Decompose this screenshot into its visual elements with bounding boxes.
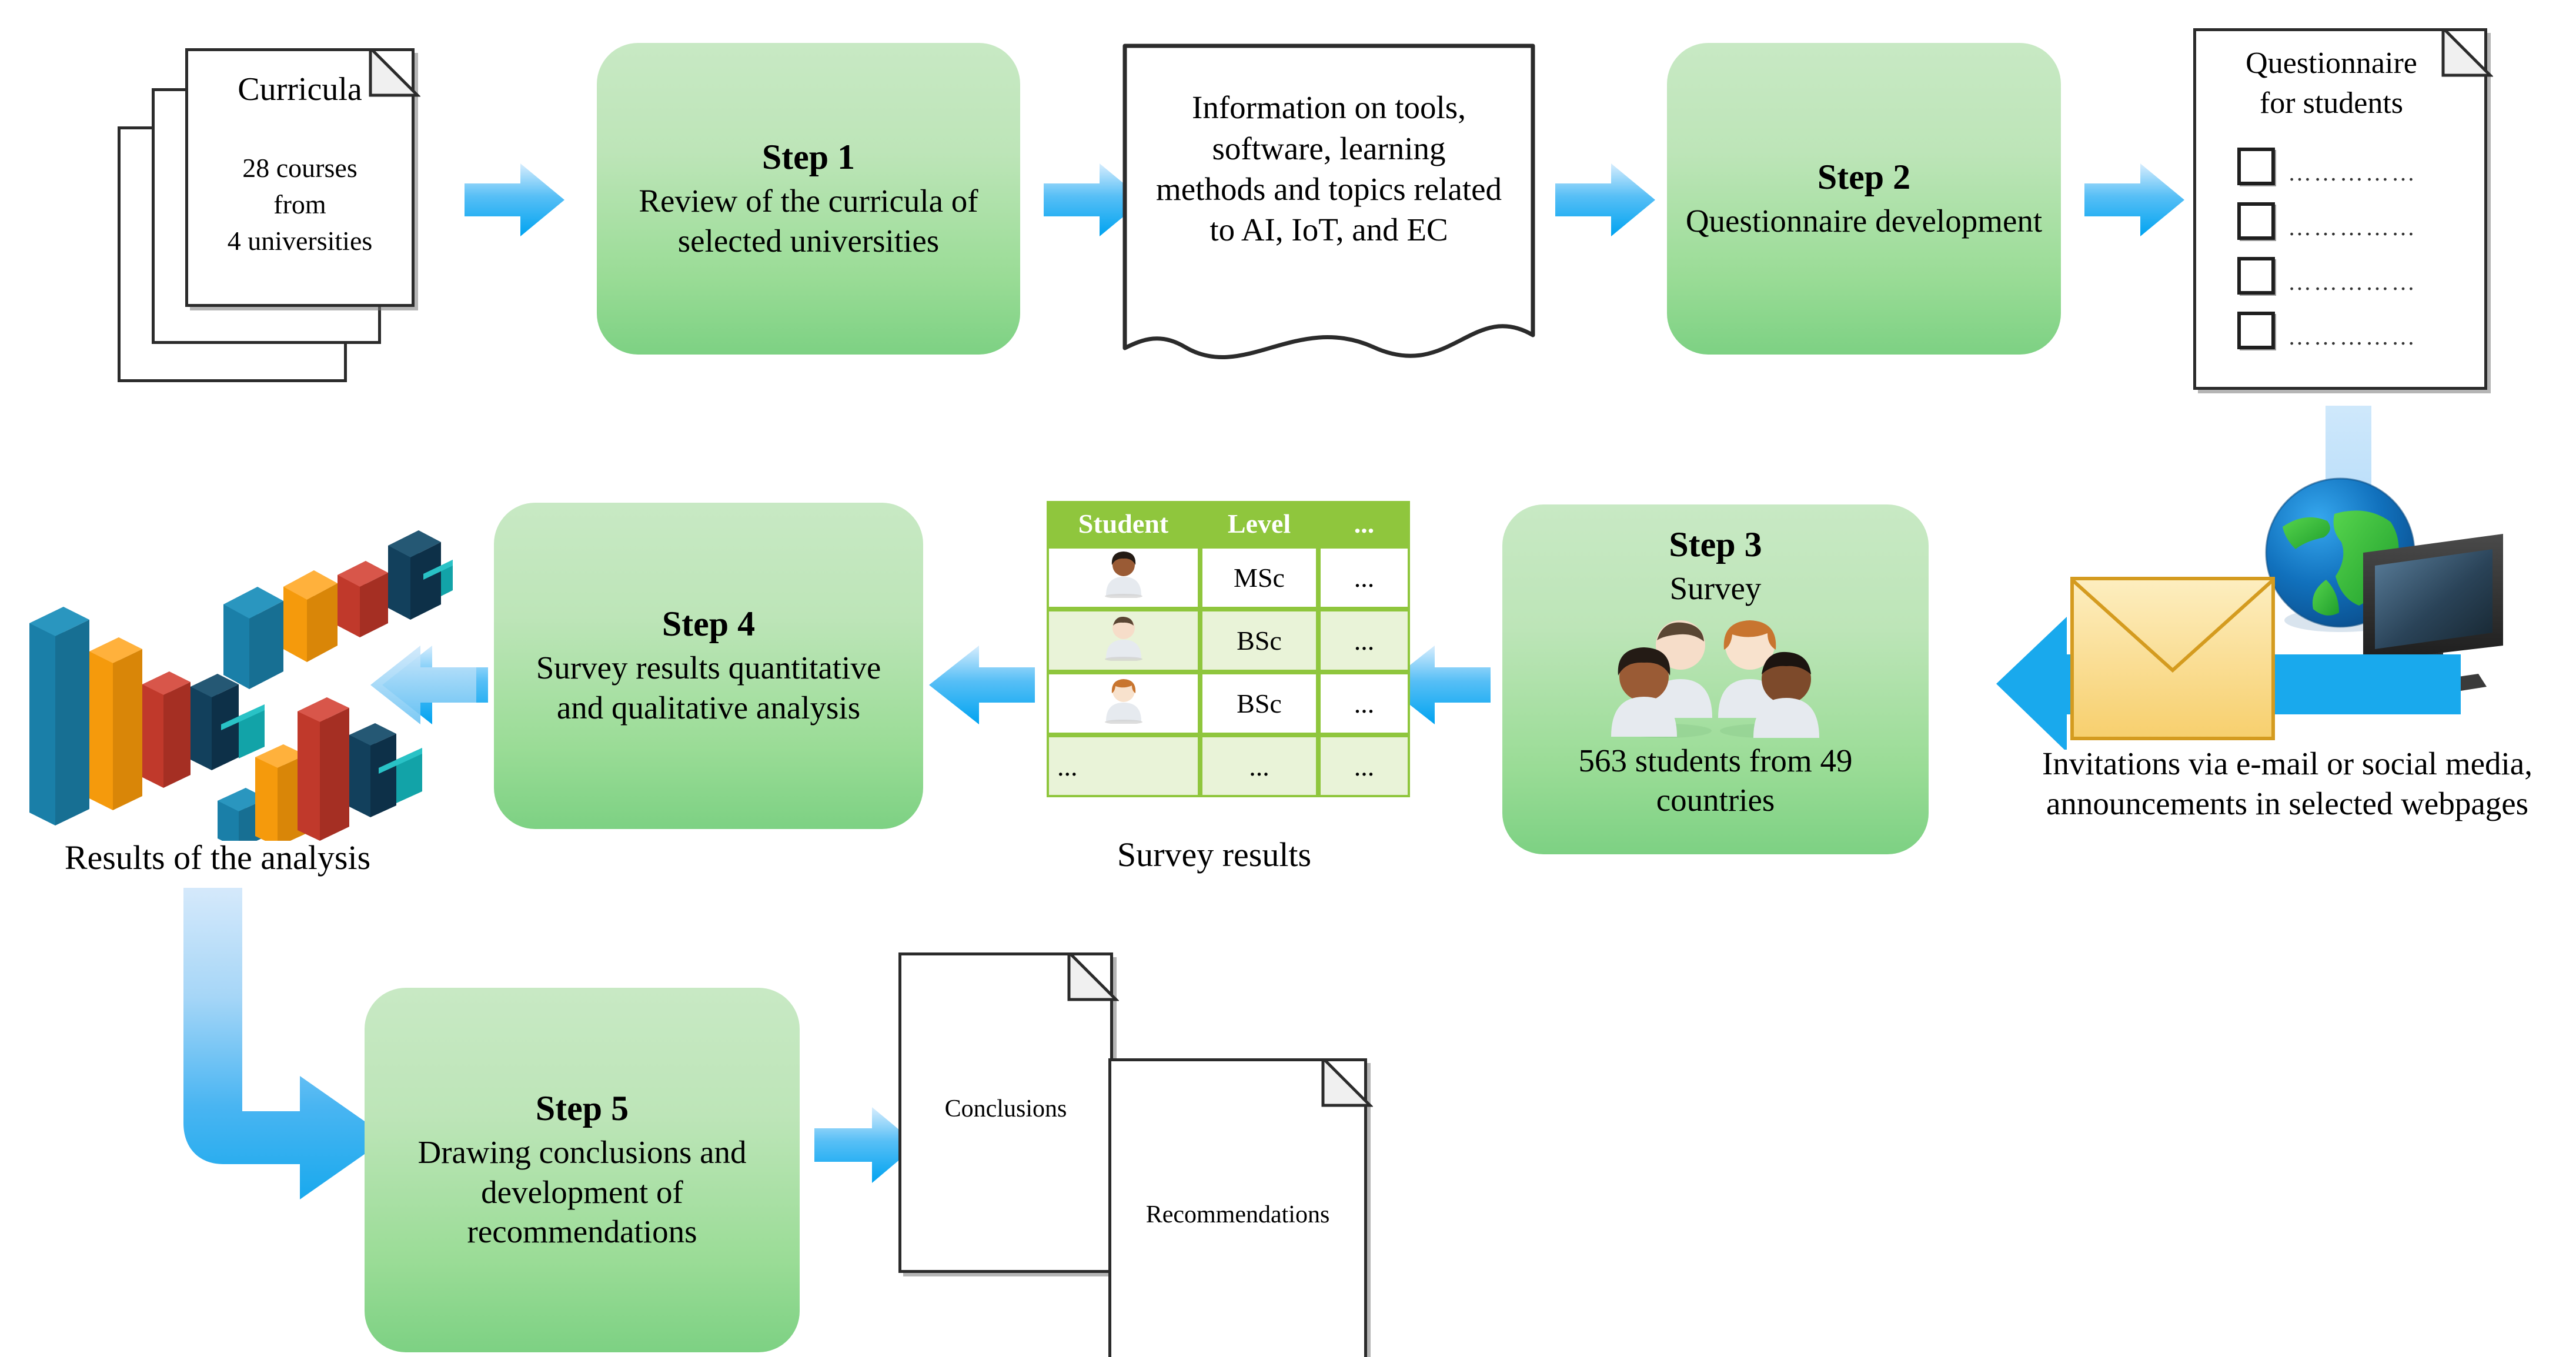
curricula-line2: from bbox=[273, 189, 326, 219]
questionnaire-row-dots: …………… bbox=[2288, 323, 2417, 350]
step-2-box[interactable]: Step 2 Questionnaire development bbox=[1667, 43, 2061, 355]
arrow-left-icon-chart-accent bbox=[370, 646, 476, 724]
student-avatar-cell bbox=[1047, 609, 1200, 672]
information-document: Information on tools, software, learning… bbox=[1120, 41, 1538, 370]
questionnaire-row[interactable]: …………… bbox=[2237, 200, 2473, 241]
step-4-description: Survey results quantitative and qualitat… bbox=[536, 650, 881, 726]
step-3-description: Survey bbox=[1669, 570, 1762, 606]
curricula-line1: 28 courses bbox=[242, 153, 358, 183]
questionnaire-title-line2: for students bbox=[2259, 86, 2404, 120]
recommendations-label: Recommendations bbox=[1145, 1201, 1330, 1228]
questionnaire-row[interactable]: …………… bbox=[2237, 310, 2473, 350]
step-4-title: Step 4 bbox=[661, 604, 756, 644]
checkbox-icon[interactable] bbox=[2237, 311, 2275, 349]
student-cell-ellipsis: ... bbox=[1047, 735, 1200, 797]
invitations-label: Invitations via e-mail or social media, … bbox=[2042, 746, 2532, 822]
step-2-title: Step 2 bbox=[1817, 157, 1911, 196]
bent-arrow-icon bbox=[183, 888, 388, 1199]
checkbox-icon[interactable] bbox=[2237, 256, 2275, 295]
more-cell: ... bbox=[1318, 609, 1410, 672]
questionnaire-row-dots: …………… bbox=[2288, 159, 2417, 186]
flowchart-canvas: Curricula 28 courses from 4 universities… bbox=[0, 0, 2576, 1357]
level-cell: ... bbox=[1200, 735, 1318, 797]
step-1-title: Step 1 bbox=[761, 137, 856, 176]
envelope-icon bbox=[2070, 577, 2275, 740]
survey-results-caption: Survey results bbox=[1117, 835, 1312, 874]
questionnaire-document: Questionnaire for students …………… …………… …… bbox=[2193, 28, 2493, 390]
questionnaire-checkbox-list: …………… …………… …………… …………… bbox=[2237, 146, 2473, 350]
level-cell: BSc bbox=[1200, 672, 1318, 735]
arrow-right-icon-3 bbox=[1555, 163, 1655, 236]
questionnaire-title-line1: Questionnaire bbox=[2246, 46, 2417, 80]
student-avatar-icon bbox=[1104, 679, 1142, 724]
column-header-more: ... bbox=[1318, 501, 1410, 546]
step-1-box[interactable]: Step 1 Review of the curricula of select… bbox=[597, 43, 1020, 355]
table-row: ... ... ... bbox=[1047, 735, 1410, 797]
level-cell: MSc bbox=[1200, 546, 1318, 609]
arrow-right-icon-4 bbox=[2084, 163, 2184, 236]
table-row: MSc ... bbox=[1047, 546, 1410, 609]
checkbox-icon[interactable] bbox=[2237, 202, 2275, 240]
table-row: BSc ... bbox=[1047, 672, 1410, 735]
step-3-title: Step 3 bbox=[1669, 525, 1762, 564]
step-3-footer: 563 students from 49 countries bbox=[1578, 742, 1853, 818]
step-5-description: Drawing conclusions and development of r… bbox=[417, 1134, 747, 1250]
more-cell: ... bbox=[1318, 546, 1410, 609]
student-avatar-icon bbox=[1104, 616, 1142, 661]
column-header-level: Level bbox=[1200, 501, 1318, 546]
step-5-title: Step 5 bbox=[535, 1089, 629, 1128]
survey-results-table: Student Level ... MSc ... BSc ... BSc ..… bbox=[1047, 501, 1410, 797]
step-5-box[interactable]: Step 5 Drawing conclusions and developme… bbox=[365, 988, 800, 1352]
column-header-student: Student bbox=[1047, 501, 1200, 546]
curricula-title: Curricula bbox=[238, 71, 362, 108]
information-document-text: Information on tools, software, learning… bbox=[1155, 89, 1502, 248]
questionnaire-row-dots: …………… bbox=[2288, 214, 2417, 240]
more-cell: ... bbox=[1318, 735, 1410, 797]
more-cell: ... bbox=[1318, 672, 1410, 735]
arrow-left-icon-2 bbox=[929, 646, 1035, 724]
step-3-box[interactable]: Step 3 Survey 563 students from 49 count… bbox=[1502, 504, 1929, 854]
step-1-description: Review of the curricula of selected univ… bbox=[639, 182, 978, 259]
conclusions-document: Conclusions bbox=[898, 952, 1119, 1273]
conclusions-label: Conclusions bbox=[944, 1095, 1067, 1122]
student-avatar-cell bbox=[1047, 672, 1200, 735]
arrow-right-icon-1 bbox=[465, 163, 564, 236]
table-row: BSc ... bbox=[1047, 609, 1410, 672]
results-analysis-caption: Results of the analysis bbox=[64, 838, 371, 877]
step-4-box[interactable]: Step 4 Survey results quantitative and q… bbox=[494, 503, 923, 829]
student-avatar-cell bbox=[1047, 546, 1200, 609]
people-group-icon bbox=[1611, 620, 1819, 738]
level-cell: BSc bbox=[1200, 609, 1318, 672]
recommendations-document: Recommendations bbox=[1108, 1058, 1373, 1357]
table-header-row: Student Level ... bbox=[1047, 501, 1410, 546]
questionnaire-row[interactable]: …………… bbox=[2237, 146, 2473, 186]
questionnaire-row[interactable]: …………… bbox=[2237, 255, 2473, 296]
step-2-description: Questionnaire development bbox=[1685, 202, 2043, 239]
student-avatar-icon bbox=[1104, 552, 1142, 599]
checkbox-icon[interactable] bbox=[2237, 147, 2275, 185]
curricula-document: Curricula 28 courses from 4 universities bbox=[185, 48, 420, 307]
curricula-line3: 4 universities bbox=[227, 226, 373, 256]
questionnaire-row-dots: …………… bbox=[2288, 269, 2417, 295]
